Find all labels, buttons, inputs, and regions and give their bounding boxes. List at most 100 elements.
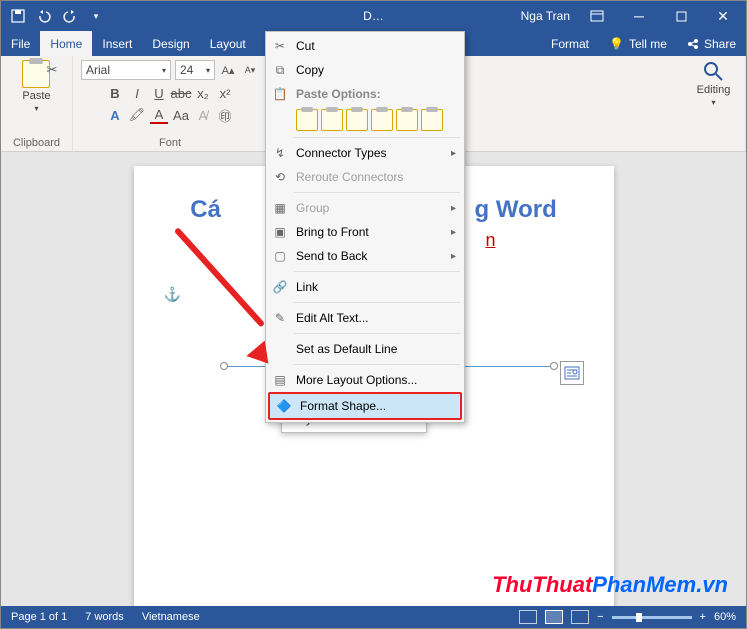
print-layout-icon[interactable] xyxy=(545,610,563,624)
send-back-icon: ▢ xyxy=(272,248,288,264)
title-bar: ▾ D… Nga Tran ─ ✕ xyxy=(1,1,746,31)
layout-icon: ▤ xyxy=(272,372,288,388)
font-name-select[interactable]: Arial▾ xyxy=(81,60,171,80)
redo-icon[interactable] xyxy=(63,9,77,23)
paste-option-4[interactable] xyxy=(371,109,393,131)
resize-handle-right[interactable] xyxy=(550,362,558,370)
font-color-icon[interactable]: A xyxy=(150,106,168,124)
watermark: ThuThuatPhanMem.vn xyxy=(492,572,728,598)
copy-icon: ⧉ xyxy=(272,62,288,78)
highlight-icon[interactable]: 🖍 xyxy=(128,106,146,124)
close-button[interactable]: ✕ xyxy=(708,1,738,31)
clipboard-group: Paste ▾ ✂ Clipboard xyxy=(1,56,73,151)
subscript-button[interactable]: x₂ xyxy=(194,84,212,102)
group-icon: ▦ xyxy=(272,200,288,216)
menu-send-back[interactable]: ▢Send to Back xyxy=(266,244,464,268)
menu-copy[interactable]: ⧉Copy xyxy=(266,58,464,82)
paste-option-1[interactable] xyxy=(296,109,318,131)
lightbulb-icon: 💡 xyxy=(609,37,624,51)
paste-options-row xyxy=(266,106,464,134)
find-button[interactable]: Editing ▾ xyxy=(697,60,731,107)
minimize-button[interactable]: ─ xyxy=(624,1,654,31)
share-button[interactable]: Share xyxy=(677,31,746,56)
quick-access-toolbar: ▾ xyxy=(1,9,113,23)
editing-label: Editing xyxy=(697,84,731,96)
font-size-select[interactable]: 24▾ xyxy=(175,60,215,80)
underline-button[interactable]: U xyxy=(150,84,168,102)
paste-icon: 📋 xyxy=(272,86,288,102)
menu-group: ▦Group xyxy=(266,196,464,220)
font-group-label: Font xyxy=(159,137,181,149)
read-mode-icon[interactable] xyxy=(519,610,537,624)
find-icon xyxy=(702,60,724,82)
maximize-button[interactable] xyxy=(666,1,696,31)
context-menu: ✂Cut ⧉Copy 📋Paste Options: ↯Connector Ty… xyxy=(265,31,465,423)
word-count[interactable]: 7 words xyxy=(85,611,124,623)
zoom-slider[interactable] xyxy=(612,616,692,619)
clear-formatting-icon[interactable]: A̸ xyxy=(194,106,212,124)
menu-connector-types[interactable]: ↯Connector Types xyxy=(266,141,464,165)
undo-icon[interactable] xyxy=(37,9,51,23)
tab-layout[interactable]: Layout xyxy=(200,31,256,56)
clipboard-label: Clipboard xyxy=(13,137,60,149)
paste-option-2[interactable] xyxy=(321,109,343,131)
enclose-char-icon[interactable]: ㊞ xyxy=(216,106,234,124)
anchor-icon: ⚓ xyxy=(164,286,181,303)
menu-edit-alt-text[interactable]: ✎Edit Alt Text... xyxy=(266,306,464,330)
bold-button[interactable]: B xyxy=(106,84,124,102)
alt-text-icon: ✎ xyxy=(272,310,288,326)
change-case-icon[interactable]: Aa xyxy=(172,106,190,124)
zoom-out-button[interactable]: − xyxy=(597,611,603,623)
tab-insert[interactable]: Insert xyxy=(92,31,142,56)
document-title: D… xyxy=(363,9,384,23)
paste-option-6[interactable] xyxy=(421,109,443,131)
tab-format[interactable]: Format xyxy=(541,31,599,56)
tell-me-label: Tell me xyxy=(629,37,667,51)
layout-options-icon[interactable] xyxy=(560,361,584,385)
menu-paste-options-header: 📋Paste Options: xyxy=(266,82,464,106)
menu-cut[interactable]: ✂Cut xyxy=(266,34,464,58)
tab-design[interactable]: Design xyxy=(142,31,199,56)
resize-handle-left[interactable] xyxy=(220,362,228,370)
tab-home[interactable]: Home xyxy=(40,31,92,56)
tell-me[interactable]: 💡 Tell me xyxy=(599,31,677,56)
user-name: Nga Tran xyxy=(521,9,570,23)
decrease-font-icon[interactable]: A▾ xyxy=(241,61,259,79)
zoom-in-button[interactable]: + xyxy=(700,611,706,623)
menu-link[interactable]: 🔗Link xyxy=(266,275,464,299)
paste-label: Paste xyxy=(22,90,50,102)
save-icon[interactable] xyxy=(11,9,25,23)
cut-icon: ✂ xyxy=(272,38,288,54)
format-shape-icon: 🔷 xyxy=(276,398,292,414)
bring-front-icon: ▣ xyxy=(272,224,288,240)
menu-format-shape[interactable]: 🔷Format Shape... xyxy=(270,394,460,418)
zoom-level[interactable]: 60% xyxy=(714,611,736,623)
menu-bring-front[interactable]: ▣Bring to Front xyxy=(266,220,464,244)
strikethrough-button[interactable]: abc xyxy=(172,84,190,102)
cut-icon[interactable]: ✂ xyxy=(43,61,61,79)
ribbon-display-icon[interactable] xyxy=(582,1,612,31)
highlighted-menu-item: 🔷Format Shape... xyxy=(268,392,462,420)
share-icon xyxy=(687,38,699,50)
font-group: Arial▾ 24▾ A▴ A▾ B I U abc x₂ x² A 🖍 A A… xyxy=(73,56,268,151)
menu-default-line[interactable]: Set as Default Line xyxy=(266,337,464,361)
increase-font-icon[interactable]: A▴ xyxy=(219,61,237,79)
paste-option-3[interactable] xyxy=(346,109,368,131)
tab-file[interactable]: File xyxy=(1,31,40,56)
status-bar: Page 1 of 1 7 words Vietnamese − + 60% xyxy=(1,606,746,628)
connector-icon: ↯ xyxy=(272,145,288,161)
web-layout-icon[interactable] xyxy=(571,610,589,624)
editing-group: Editing ▾ xyxy=(682,56,746,151)
language-indicator[interactable]: Vietnamese xyxy=(142,611,200,623)
menu-reroute: ⟲Reroute Connectors xyxy=(266,165,464,189)
share-label: Share xyxy=(704,37,736,51)
page-indicator[interactable]: Page 1 of 1 xyxy=(11,611,67,623)
qat-more-icon[interactable]: ▾ xyxy=(89,9,103,23)
menu-more-layout[interactable]: ▤More Layout Options... xyxy=(266,368,464,392)
link-icon: 🔗 xyxy=(272,279,288,295)
superscript-button[interactable]: x² xyxy=(216,84,234,102)
text-effects-icon[interactable]: A xyxy=(106,106,124,124)
italic-button[interactable]: I xyxy=(128,84,146,102)
reroute-icon: ⟲ xyxy=(272,169,288,185)
paste-option-5[interactable] xyxy=(396,109,418,131)
